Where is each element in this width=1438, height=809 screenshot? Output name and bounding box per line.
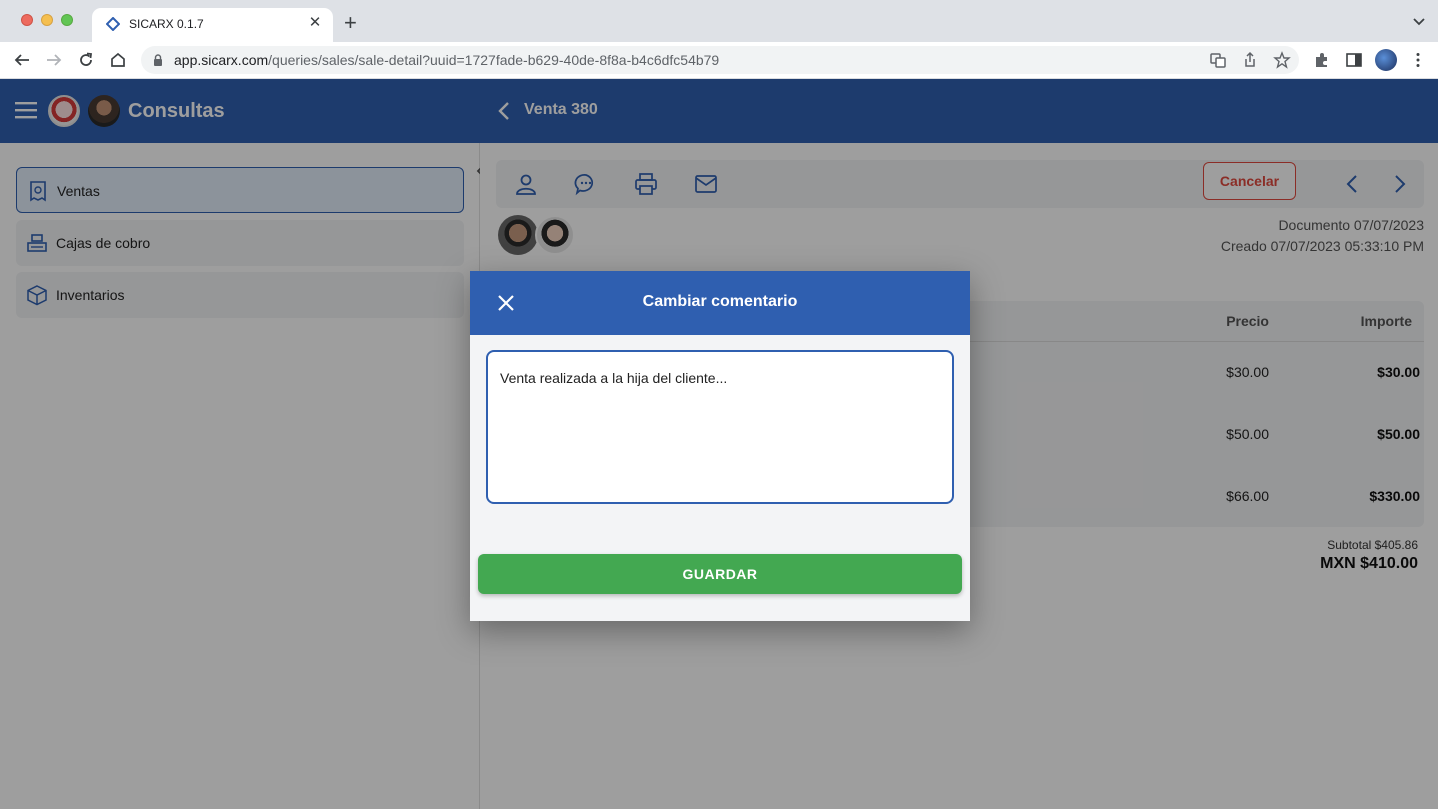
dialog-header: Cambiar comentario: [470, 271, 970, 335]
extensions-puzzle-icon[interactable]: [1313, 51, 1331, 69]
sicarx-favicon-icon: [106, 17, 120, 31]
lock-icon: [154, 54, 162, 66]
new-tab-button[interactable]: +: [344, 12, 357, 34]
home-icon[interactable]: [109, 51, 127, 69]
browser-profile-avatar[interactable]: [1375, 49, 1397, 71]
forward-arrow-icon[interactable]: [45, 51, 63, 69]
url-domain: app.sicarx.com: [174, 52, 269, 68]
url-path: /queries/sales/sale-detail?uuid=1727fade…: [268, 52, 720, 68]
translate-icon[interactable]: [1209, 51, 1227, 69]
window-close-button[interactable]: [21, 14, 33, 26]
comment-textarea[interactable]: Venta realizada a la hija del cliente...: [486, 350, 954, 504]
browser-tabstrip: SICARX 0.1.7 ✕ +: [0, 0, 1438, 42]
dialog-title: Cambiar comentario: [642, 293, 798, 310]
url-text: app.sicarx.com/queries/sales/sale-detail…: [174, 52, 719, 68]
bookmark-star-icon[interactable]: [1273, 51, 1291, 69]
side-panel-icon[interactable]: [1345, 51, 1363, 69]
window-maximize-button[interactable]: [61, 14, 73, 26]
tab-close-icon[interactable]: ✕: [306, 14, 324, 32]
browser-toolbar: app.sicarx.com/queries/sales/sale-detail…: [0, 42, 1438, 79]
window-minimize-button[interactable]: [41, 14, 53, 26]
browser-menu-icon[interactable]: [1409, 51, 1427, 69]
save-button[interactable]: GUARDAR: [478, 554, 962, 594]
address-bar[interactable]: app.sicarx.com/queries/sales/sale-detail…: [141, 46, 1299, 74]
browser-tab[interactable]: SICARX 0.1.7 ✕: [92, 8, 333, 42]
change-comment-dialog: Cambiar comentario Venta realizada a la …: [470, 271, 970, 621]
reload-icon[interactable]: [77, 51, 95, 69]
tab-title: SICARX 0.1.7: [129, 17, 204, 31]
share-icon[interactable]: [1241, 51, 1259, 69]
tab-search-chevron-icon[interactable]: [1412, 14, 1426, 28]
back-arrow-icon[interactable]: [13, 51, 31, 69]
